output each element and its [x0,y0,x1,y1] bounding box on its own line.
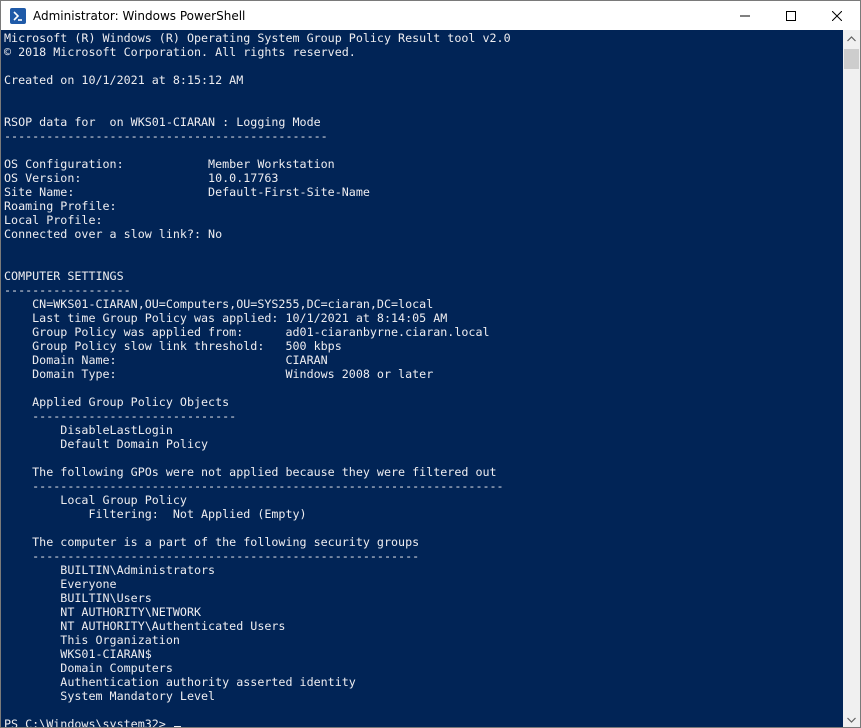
console-line: CN=WKS01-CIARAN,OU=Computers,OU=SYS255,D… [4,297,434,311]
console-line: Filtering: Not Applied (Empty) [4,507,307,521]
scroll-track[interactable] [843,47,860,711]
console-line: Local Group Policy [4,493,187,507]
console-line: Domain Computers [4,661,173,675]
console-line: The computer is a part of the following … [4,535,420,549]
close-icon [832,10,842,21]
console-line: Default Domain Policy [4,437,209,451]
chevron-down-icon [847,717,856,723]
console-line: RSOP data for on WKS01-CIARAN : Logging … [4,115,321,129]
console-line: System Mandatory Level [4,689,216,703]
console-line: Domain Name: CIARAN [4,353,328,367]
powershell-icon [10,7,26,24]
console-line: WKS01-CIARAN$ [4,647,152,661]
console-line: The following GPOs were not applied beca… [4,465,497,479]
console-line: OS Version: 10.0.17763 [4,171,279,185]
scroll-thumb[interactable] [844,49,859,69]
minimize-button[interactable] [722,1,768,30]
console-area[interactable]: Microsoft (R) Windows (R) Operating Syst… [1,30,843,727]
console-prompt: PS C:\Windows\system32> [4,717,511,727]
console-line: Group Policy slow link threshold: 500 kb… [4,339,342,353]
console-line: Applied Group Policy Objects [4,395,230,409]
console-line: Everyone [4,577,117,591]
console-line: ----------------------------------------… [4,129,328,143]
console-line: Site Name: Default-First-Site-Name [4,185,370,199]
console-line: ------------------ [4,283,131,297]
console-line: Roaming Profile: [4,199,117,213]
console-line: NT AUTHORITY\NETWORK [4,605,202,619]
console-line: COMPUTER SETTINGS [4,269,124,283]
console-line: © 2018 Microsoft Corporation. All rights… [4,45,356,59]
maximize-icon [786,10,796,21]
console-line: BUILTIN\Users [4,591,152,605]
console-line: Domain Type: Windows 2008 or later [4,367,434,381]
maximize-button[interactable] [768,1,814,30]
powershell-window: Administrator: Windows PowerShell Micros… [0,0,861,728]
console-line: BUILTIN\Administrators [4,563,216,577]
close-button[interactable] [814,1,860,30]
console-line: This Organization [4,633,180,647]
console-line: Created on ‎10/‎1/‎2021 at 8:15:12 AM [4,73,244,87]
console-line: Local Profile: [4,213,103,227]
window-title: Administrator: Windows PowerShell [33,8,246,23]
scroll-up-button[interactable] [843,30,860,47]
console-line: NT AUTHORITY\Authenticated Users [4,619,286,633]
scroll-down-button[interactable] [843,711,860,727]
console-line: Group Policy was applied from: ad01-ciar… [4,325,490,339]
console-line: ----------------------------------------… [4,549,420,563]
console-line: ----------------------------------------… [4,479,504,493]
console-line: ----------------------------- [4,409,237,423]
chevron-up-icon [847,35,856,41]
console-line: Microsoft (R) Windows (R) Operating Syst… [4,31,511,45]
console-line: OS Configuration: Member Workstation [4,157,335,171]
console-output: Microsoft (R) Windows (R) Operating Syst… [4,31,511,727]
vertical-scrollbar[interactable] [843,30,860,727]
console-line: Last time Group Policy was applied: 10/1… [4,311,448,325]
console-line: Authentication authority asserted identi… [4,675,356,689]
console-line: DisableLastLogin [4,423,173,437]
minimize-icon [740,15,750,16]
title-bar[interactable]: Administrator: Windows PowerShell [1,1,860,30]
console-line: Connected over a slow link?: No [4,227,223,241]
